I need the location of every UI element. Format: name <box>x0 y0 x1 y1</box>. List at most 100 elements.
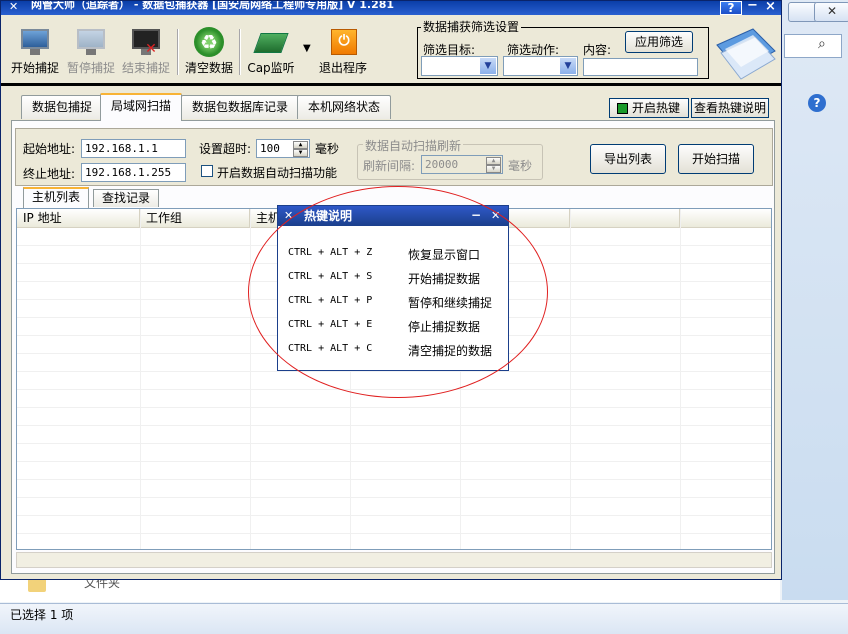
pause-capture-label: 暂停捕捉 <box>66 61 115 75</box>
grid-row-line <box>17 461 771 462</box>
grid-row-line <box>17 497 771 498</box>
refresh-interval-input[interactable]: 20000 ▲ ▼ <box>421 155 503 174</box>
refresh-interval-label: 刷新间隔: <box>363 159 416 173</box>
search-icon[interactable]: ⌕ <box>818 36 826 52</box>
filter-action-select[interactable]: ▼ <box>503 56 578 76</box>
cap-monitor-label: Cap监听 <box>247 61 295 75</box>
start-capture-label: 开始捕捉 <box>10 61 59 75</box>
toolbar-separator <box>239 29 241 75</box>
end-address-input[interactable]: 192.168.1.255 <box>81 163 186 182</box>
filter-content-label: 内容: <box>583 43 612 57</box>
grid-row-line <box>17 407 771 408</box>
minimize-button[interactable]: − <box>747 0 758 13</box>
close-button[interactable]: × <box>765 0 776 14</box>
column-header-ip[interactable]: IP 地址 <box>17 209 140 227</box>
hotkey-description: 清空捕捉的数据 <box>408 344 493 358</box>
app-title: 网管大师（追踪者） - 数据包捕获器 [国安局网络工程师专用版] V 1.281 <box>31 1 395 11</box>
start-address-label: 起始地址: <box>23 142 76 156</box>
app-titlebar[interactable]: ✕ 网管大师（追踪者） - 数据包捕获器 [国安局网络工程师专用版] V 1.2… <box>1 1 781 15</box>
stop-capture-label: 结束捕捉 <box>121 61 170 75</box>
monitor-pause-icon <box>75 27 107 57</box>
grid-column-line <box>570 209 571 549</box>
explorer-search-input[interactable] <box>784 34 842 58</box>
chevron-down-icon[interactable]: ▼ <box>480 58 496 74</box>
filter-target-select[interactable]: ▼ <box>421 56 498 76</box>
filter-settings-title: 数据捕获筛选设置 <box>421 18 522 35</box>
refresh-interval-value: 20000 <box>425 158 459 171</box>
help-icon[interactable]: ? <box>808 94 826 112</box>
auto-scan-checkbox[interactable] <box>201 165 213 177</box>
timeout-input[interactable]: 100 ▲ ▼ <box>256 139 310 158</box>
grid-row-line <box>17 479 771 480</box>
status-led-icon <box>617 103 628 114</box>
dialog-minimize-icon[interactable]: − <box>471 205 481 225</box>
dialog-title: 热键说明 <box>304 209 353 223</box>
pause-capture-button[interactable]: 暂停捕捉 <box>63 27 119 79</box>
clear-data-button[interactable]: ♻ 清空数据 <box>181 27 237 79</box>
dialog-app-icon: ✕ <box>284 209 294 222</box>
tab-search-records[interactable]: 查找记录 <box>93 189 160 207</box>
grid-row-line <box>17 389 771 390</box>
cap-monitor-button[interactable]: Cap监听 <box>243 27 299 79</box>
start-address-input[interactable]: 192.168.1.1 <box>81 139 186 158</box>
grid-horizontal-scrollbar[interactable] <box>16 552 772 568</box>
column-header[interactable] <box>680 209 771 227</box>
refresh-interval-unit: 毫秒 <box>508 159 533 173</box>
timeout-label: 设置超时: <box>199 142 252 156</box>
hotkey-combo: CTRL + ALT + E <box>288 319 373 330</box>
end-address-label: 终止地址: <box>23 167 76 181</box>
chevron-down-icon[interactable]: ▼ <box>560 58 576 74</box>
stop-capture-button[interactable]: ✕ 结束捕捉 <box>118 27 174 79</box>
clear-data-label: 清空数据 <box>184 61 233 75</box>
grid-column-line <box>680 209 681 549</box>
recycle-icon: ♻ <box>193 27 225 57</box>
cap-monitor-icon <box>253 27 289 57</box>
cap-monitor-dropdown-icon[interactable]: ▼ <box>303 43 311 54</box>
tab-host-list[interactable]: 主机列表 <box>23 187 90 208</box>
dialog-titlebar[interactable]: ✕ 热键说明 − ✕ <box>278 206 508 226</box>
filter-content-input[interactable] <box>583 58 698 76</box>
explorer-status-bar <box>0 603 848 634</box>
tab-local-network-status[interactable]: 本机网络状态 <box>297 95 392 119</box>
hotkey-description: 暂停和继续捕捉 <box>408 296 493 310</box>
tab-lan-scan[interactable]: 局域网扫描 <box>100 93 183 121</box>
timeout-value: 100 <box>260 142 280 155</box>
monitor-stop-icon: ✕ <box>130 27 162 57</box>
hotkey-description: 停止捕捉数据 <box>408 320 481 334</box>
view-hotkey-help-button[interactable]: 查看热键说明 <box>691 98 769 118</box>
apply-filter-button[interactable]: 应用筛选 <box>625 31 693 53</box>
tab-packet-capture[interactable]: 数据包捕捉 <box>21 95 104 119</box>
hotkey-combo: CTRL + ALT + S <box>288 271 373 282</box>
toolbar-divider <box>1 83 781 86</box>
grid-row-line <box>17 371 771 372</box>
grid-row-line <box>17 443 771 444</box>
app-icon: ✕ <box>9 1 19 13</box>
exit-program-button[interactable]: ⏻ 退出程序 <box>315 27 371 79</box>
titlebar-help-button[interactable]: ? <box>720 1 742 15</box>
power-icon: ⏻ <box>327 27 359 57</box>
hotkey-description: 恢复显示窗口 <box>408 248 481 262</box>
hotkey-combo: CTRL + ALT + Z <box>288 247 373 258</box>
folder-icon[interactable] <box>28 578 46 592</box>
start-capture-button[interactable]: 开始捕捉 <box>7 27 63 79</box>
column-header-workgroup[interactable]: 工作组 <box>140 209 250 227</box>
export-list-button[interactable]: 导出列表 <box>590 144 666 174</box>
grid-row-line <box>17 425 771 426</box>
explorer-close-button[interactable]: ✕ <box>814 2 848 22</box>
dialog-close-icon[interactable]: ✕ <box>491 206 500 226</box>
grid-column-line <box>250 209 251 549</box>
explorer-status-text: 已选择 1 项 <box>10 608 74 622</box>
hotkey-combo: CTRL + ALT + C <box>288 343 373 354</box>
start-scan-button[interactable]: 开始扫描 <box>678 144 754 174</box>
auto-refresh-group-title: 数据自动扫描刷新 <box>363 137 464 154</box>
timeout-spinner[interactable]: ▲ ▼ <box>293 141 308 158</box>
explorer-side-strip <box>782 0 848 600</box>
tab-packet-database[interactable]: 数据包数据库记录 <box>181 95 300 119</box>
column-header[interactable] <box>570 209 680 227</box>
timeout-unit: 毫秒 <box>315 142 340 156</box>
monitor-icon <box>19 27 51 57</box>
hotkey-toggle-label: 开启热键 <box>632 101 681 115</box>
refresh-interval-spinner[interactable]: ▲ ▼ <box>486 157 501 174</box>
hotkey-toggle-button[interactable]: 开启热键 <box>609 98 689 118</box>
auto-scan-label[interactable]: 开启数据自动扫描功能 <box>217 164 337 181</box>
